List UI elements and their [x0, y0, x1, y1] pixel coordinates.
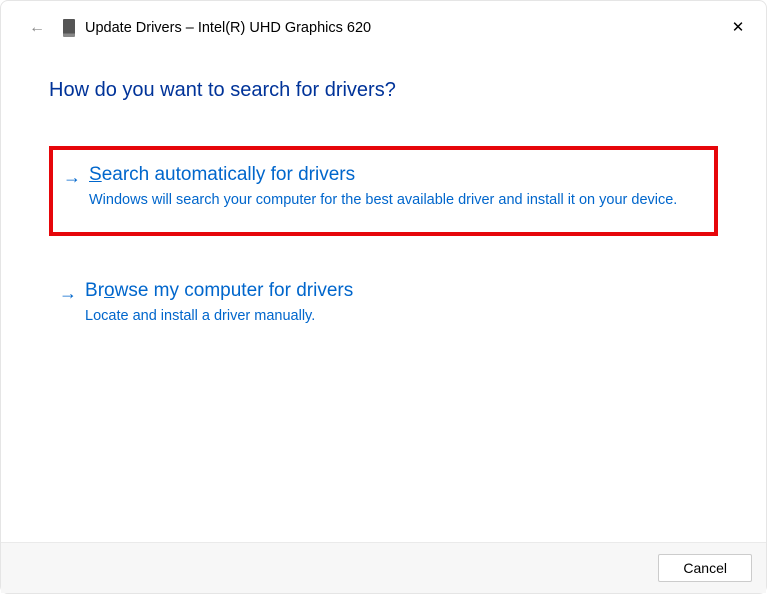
close-icon[interactable]: ✕	[726, 15, 750, 39]
window-title: Update Drivers – Intel(R) UHD Graphics 6…	[85, 20, 371, 36]
option-description: Locate and install a driver manually.	[85, 306, 702, 326]
option-browse-computer[interactable]: → Browse my computer for drivers Locate …	[49, 266, 718, 348]
option-description: Windows will search your computer for th…	[89, 190, 698, 210]
option-body: Search automatically for drivers Windows…	[89, 164, 698, 210]
titlebar: ← Update Drivers – Intel(R) UHD Graphics…	[1, 1, 766, 47]
page-heading: How do you want to search for drivers?	[49, 79, 718, 102]
option-title: Search automatically for drivers	[89, 164, 698, 186]
arrow-right-icon: →	[59, 280, 77, 326]
arrow-right-icon: →	[63, 164, 81, 210]
option-search-automatically[interactable]: → Search automatically for drivers Windo…	[49, 146, 718, 236]
cancel-button[interactable]: Cancel	[658, 554, 752, 582]
content-area: How do you want to search for drivers? →…	[1, 47, 766, 349]
back-arrow-icon[interactable]: ←	[29, 19, 45, 37]
option-body: Browse my computer for drivers Locate an…	[85, 280, 702, 326]
footer-bar: Cancel	[1, 542, 766, 593]
option-title: Browse my computer for drivers	[85, 280, 702, 302]
device-icon	[63, 19, 75, 37]
